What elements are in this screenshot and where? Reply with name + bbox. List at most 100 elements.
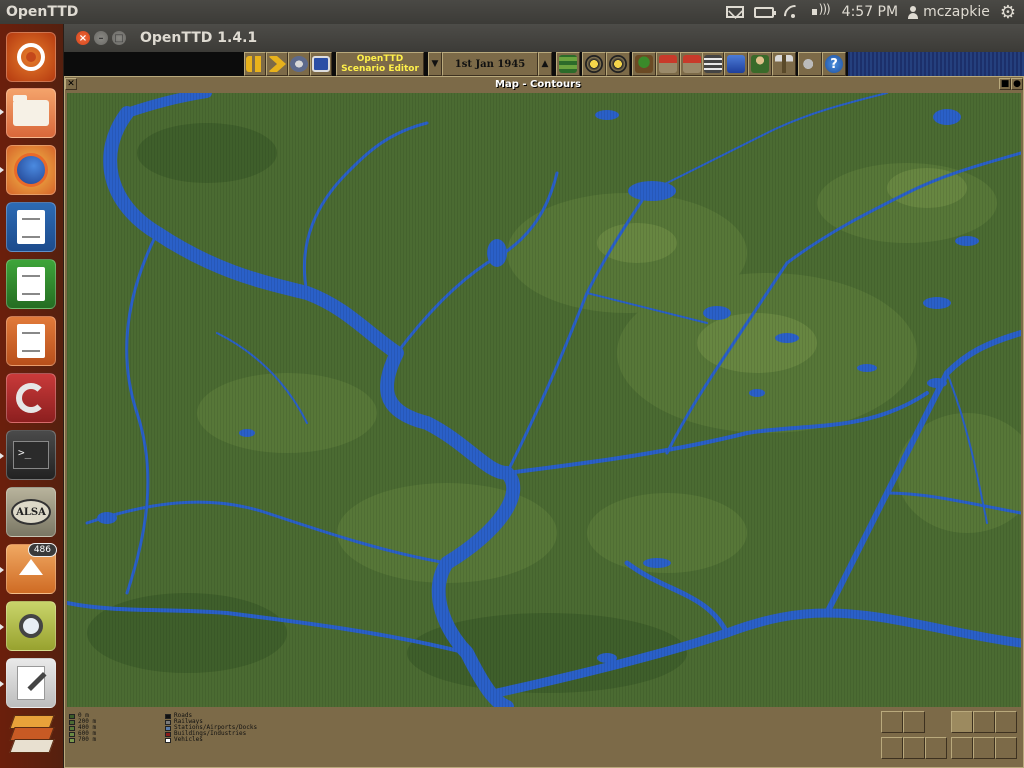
legend-swatch (69, 713, 75, 719)
sign-button[interactable] (772, 52, 796, 76)
wrench-icon (16, 383, 46, 413)
running-indicator (0, 453, 4, 459)
clock[interactable]: 4:57 PM (842, 4, 898, 20)
sign-icon (775, 55, 793, 73)
openttd-icon (6, 713, 56, 753)
town-directory-button[interactable] (582, 52, 606, 76)
music-button[interactable] (798, 52, 822, 76)
map-window-titlebar[interactable]: ✕ Map - Contours ■ ● (65, 77, 1023, 91)
map-window-title: Map - Contours (495, 78, 581, 90)
map-sticky-button[interactable]: ● (1011, 78, 1023, 90)
terminal-launcher[interactable]: >_ (6, 430, 56, 480)
map-legend-panel: 0 m 200 m 400 m 600 m 700 m Roads Railwa… (65, 709, 1023, 767)
impress-icon (17, 324, 45, 358)
center-map-button[interactable] (881, 711, 903, 733)
link-stats-button[interactable] (881, 737, 903, 759)
volume-icon[interactable] (811, 2, 832, 19)
user-menu[interactable]: mczapkie (908, 4, 990, 20)
files-launcher[interactable] (6, 88, 56, 138)
text-editor-icon (17, 666, 45, 700)
map-button[interactable] (556, 52, 580, 76)
alsa-launcher[interactable]: ALSA (6, 487, 56, 537)
pause-icon (246, 56, 264, 72)
legend-item[interactable]: Vehicles (165, 737, 257, 743)
map-mode-buttons (881, 711, 1021, 763)
mail-icon[interactable] (725, 6, 744, 18)
running-indicator (0, 167, 4, 173)
town-generate-button[interactable] (656, 52, 680, 76)
map-close-button[interactable]: ✕ (65, 78, 77, 90)
date-text: 1st Jan 1945 (454, 58, 526, 70)
help-button[interactable]: ? (822, 52, 846, 76)
session-gear-icon[interactable]: ⚙ (1000, 2, 1016, 23)
legend-item[interactable]: 700 m (69, 737, 96, 743)
terminal-icon: >_ (13, 441, 49, 469)
options-button[interactable] (288, 52, 310, 76)
scenario-editor-line1: OpenTTD (356, 54, 404, 64)
landscape-button[interactable] (632, 52, 656, 76)
running-indicator (0, 567, 4, 573)
wifi-icon[interactable] (784, 5, 802, 19)
scenario-editor-line2: Scenario Editor (341, 64, 419, 74)
toolbar-filler (848, 52, 1024, 76)
writer-icon (17, 210, 45, 244)
toggle-town-names-button[interactable] (903, 711, 925, 733)
vegetation-mode-button[interactable] (951, 737, 973, 759)
zoom-button[interactable] (606, 52, 630, 76)
map-window: ✕ Map - Contours ■ ● 0 m 200 m 400 m 600… (64, 76, 1024, 768)
folder-icon (13, 95, 49, 126)
fast-forward-icon (268, 56, 286, 72)
dash-home-button[interactable] (6, 32, 56, 82)
date-decrease-button[interactable]: ▼ (428, 52, 442, 76)
road-button[interactable] (702, 52, 724, 76)
toggle-legend-button[interactable] (925, 737, 947, 759)
writer-launcher[interactable] (6, 202, 56, 252)
window-minimize-button[interactable]: – (94, 31, 108, 45)
impress-launcher[interactable] (6, 316, 56, 366)
legend-swatch (69, 725, 75, 731)
calc-launcher[interactable] (6, 259, 56, 309)
pause-button[interactable] (244, 52, 266, 76)
routes-mode-button[interactable] (903, 737, 925, 759)
disk-icon (312, 56, 330, 72)
map-shade-button[interactable]: ■ (999, 78, 1011, 90)
contour-legend: 0 m 200 m 400 m 600 m 700 m (69, 713, 96, 743)
legend-swatch (69, 731, 75, 737)
company-face-button[interactable] (995, 737, 1017, 759)
openttd-launcher[interactable] (6, 708, 56, 758)
battery-icon[interactable] (753, 6, 776, 18)
active-app-title: OpenTTD (6, 4, 79, 20)
map-icon (559, 55, 577, 73)
water-icon (727, 55, 745, 73)
feature-legend: Roads Railways Stations/Airports/Docks B… (165, 713, 257, 743)
firefox-icon (14, 153, 48, 187)
window-maximize-button[interactable]: □ (112, 31, 126, 45)
contours-mode-button[interactable] (951, 711, 973, 733)
alsa-icon: ALSA (11, 499, 51, 525)
industries-mode-button[interactable] (995, 711, 1017, 733)
update-manager-launcher[interactable]: 486 (6, 543, 57, 594)
settings-launcher[interactable] (6, 373, 56, 423)
date-increase-button[interactable]: ▲ (538, 52, 552, 76)
zoom-icon (609, 55, 627, 73)
firefox-launcher[interactable] (6, 145, 56, 195)
tree-button[interactable] (748, 52, 772, 76)
fast-forward-button[interactable] (266, 52, 288, 76)
owners-mode-button[interactable] (973, 737, 995, 759)
minimap-view[interactable] (67, 93, 1021, 707)
window-close-button[interactable]: × (76, 31, 90, 45)
running-indicator (0, 109, 4, 115)
indicator-area: 4:57 PM mczapkie ⚙ (725, 2, 1024, 23)
vehicles-mode-button[interactable] (973, 711, 995, 733)
legend-swatch (165, 731, 171, 737)
image-viewer-launcher[interactable] (6, 601, 56, 651)
water-button[interactable] (724, 52, 748, 76)
scanline-overlay (67, 93, 1021, 707)
launcher: >_ ALSA 486 (0, 24, 64, 768)
desktop: OpenTTD 4:57 PM mczapkie ⚙ (0, 0, 1024, 768)
chevron-down-icon: ▼ (431, 59, 439, 69)
text-editor-launcher[interactable] (6, 658, 56, 708)
save-button[interactable] (310, 52, 332, 76)
window-title-bar[interactable]: × – □ OpenTTD 1.4.1 (64, 24, 1024, 52)
industry-button[interactable] (680, 52, 704, 76)
